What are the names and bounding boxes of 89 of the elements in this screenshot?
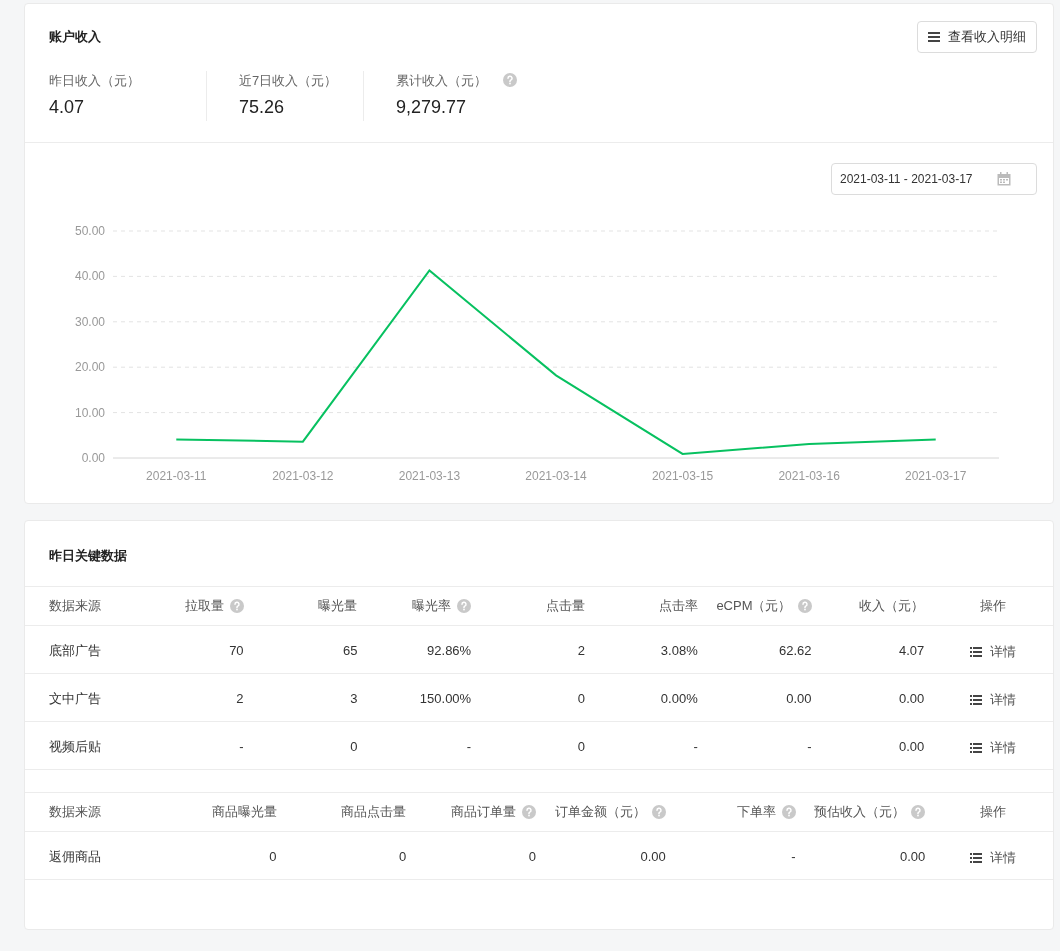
table-cell: 文中广告 bbox=[49, 690, 101, 706]
income-details-button[interactable]: 查看收入明细 bbox=[917, 21, 1037, 53]
y-axis-label: 10.00 bbox=[74, 405, 105, 420]
help-icon[interactable] bbox=[651, 805, 666, 819]
table-cell: - bbox=[239, 738, 244, 754]
table-cell: 0 bbox=[399, 848, 407, 864]
x-axis-label: 2021-03-11 bbox=[146, 469, 207, 483]
column-header: 点击量 bbox=[545, 597, 585, 616]
y-axis-label: 0.00 bbox=[81, 451, 105, 465]
column-header: 商品订单量 bbox=[451, 803, 516, 822]
column-header: 操作 bbox=[980, 803, 1007, 822]
calendar-icon bbox=[996, 172, 1011, 186]
x-axis-label: 2021-03-12 bbox=[272, 469, 334, 483]
column-header: 曝光量 bbox=[318, 597, 358, 616]
stat-label: 累计收入（元） bbox=[396, 71, 487, 90]
column-header: 商品点击量 bbox=[341, 803, 407, 822]
help-icon[interactable] bbox=[911, 805, 926, 819]
table-cell: - bbox=[807, 738, 812, 754]
y-axis-label: 30.00 bbox=[74, 314, 105, 329]
table-cell: 0.00 bbox=[898, 690, 925, 706]
table-cell: 62.62 bbox=[778, 642, 812, 658]
column-header: 预估收入（元） bbox=[814, 803, 906, 822]
table-cell: 0.00 bbox=[898, 738, 925, 754]
y-axis-label: 40.00 bbox=[74, 269, 105, 284]
table-cell: - bbox=[466, 738, 472, 754]
stat-label: 近7日收入（元） bbox=[239, 71, 338, 90]
details-link[interactable]: 详情 bbox=[969, 689, 1016, 710]
column-header: eCPM（元） bbox=[716, 597, 792, 616]
table-cell: 0 bbox=[269, 848, 277, 864]
column-header: 曝光率 bbox=[412, 597, 452, 616]
stat-value: 4.07 bbox=[49, 96, 86, 119]
table-cell: 3.08% bbox=[660, 642, 698, 658]
x-axis-label: 2021-03-16 bbox=[778, 469, 840, 483]
table-cell: 返佣商品 bbox=[49, 848, 101, 864]
stat-value: 75.26 bbox=[239, 96, 286, 119]
list-icon bbox=[969, 694, 982, 705]
table-cell: 2 bbox=[577, 642, 585, 658]
table-cell: 0 bbox=[350, 738, 358, 754]
column-header: 订单金额（元） bbox=[554, 803, 646, 822]
help-icon[interactable] bbox=[781, 805, 796, 819]
table-cell: 0.00% bbox=[660, 690, 698, 706]
table-cell: 150.00% bbox=[419, 690, 472, 706]
table-cell: 65 bbox=[342, 642, 358, 658]
y-axis-label: 20.00 bbox=[74, 360, 105, 375]
table-cell: 92.86% bbox=[427, 642, 472, 658]
table-cell: 2 bbox=[236, 690, 244, 706]
column-header: 操作 bbox=[979, 597, 1006, 616]
column-header: 商品曝光量 bbox=[211, 803, 277, 822]
column-header: 收入（元） bbox=[859, 597, 925, 616]
column-header: 数据来源 bbox=[49, 803, 101, 822]
list-icon bbox=[969, 646, 982, 657]
y-axis-label: 50.00 bbox=[74, 224, 105, 238]
x-axis-label: 2021-03-13 bbox=[398, 469, 461, 483]
table-cell: 0 bbox=[577, 738, 585, 754]
table-cell: 0.00 bbox=[899, 848, 926, 864]
table-cell: 70 bbox=[229, 642, 244, 658]
stat-value: 9,279.77 bbox=[396, 96, 468, 119]
help-icon[interactable] bbox=[457, 599, 472, 613]
table-cell: 4.07 bbox=[898, 642, 925, 658]
help-icon[interactable] bbox=[229, 599, 244, 613]
menu-icon bbox=[928, 32, 940, 42]
column-header: 数据来源 bbox=[49, 597, 101, 616]
x-axis-label: 2021-03-17 bbox=[905, 469, 967, 483]
stat-label: 昨日收入（元） bbox=[49, 71, 140, 90]
column-header: 拉取量 bbox=[184, 597, 224, 616]
x-axis-label: 2021-03-15 bbox=[651, 469, 714, 483]
table-cell: 视频后贴 bbox=[49, 738, 101, 754]
details-link[interactable]: 详情 bbox=[969, 641, 1016, 662]
card-title: 昨日关键数据 bbox=[49, 548, 127, 563]
column-header: 点击率 bbox=[658, 597, 698, 616]
date-range-field[interactable]: 2021-03-11 - 2021-03-17 bbox=[831, 163, 1037, 195]
help-icon[interactable] bbox=[797, 599, 812, 613]
table-cell: - bbox=[693, 738, 698, 754]
table-cell: 0 bbox=[528, 848, 536, 864]
table-cell: 3 bbox=[350, 690, 358, 706]
help-icon[interactable] bbox=[503, 73, 517, 88]
list-icon bbox=[969, 742, 982, 753]
table-cell: 0 bbox=[577, 690, 585, 706]
table-cell: - bbox=[791, 848, 796, 864]
details-link[interactable]: 详情 bbox=[969, 737, 1016, 758]
table-cell: 0.00 bbox=[640, 848, 666, 864]
details-link[interactable]: 详情 bbox=[970, 847, 1017, 868]
column-header: 下单率 bbox=[736, 803, 776, 822]
table-cell: 底部广告 bbox=[49, 642, 101, 658]
table-cell: 0.00 bbox=[786, 690, 812, 706]
help-icon[interactable] bbox=[522, 805, 536, 819]
list-icon bbox=[970, 852, 983, 863]
x-axis-label: 2021-03-14 bbox=[525, 469, 587, 483]
card-title: 账户收入 bbox=[49, 28, 102, 46]
